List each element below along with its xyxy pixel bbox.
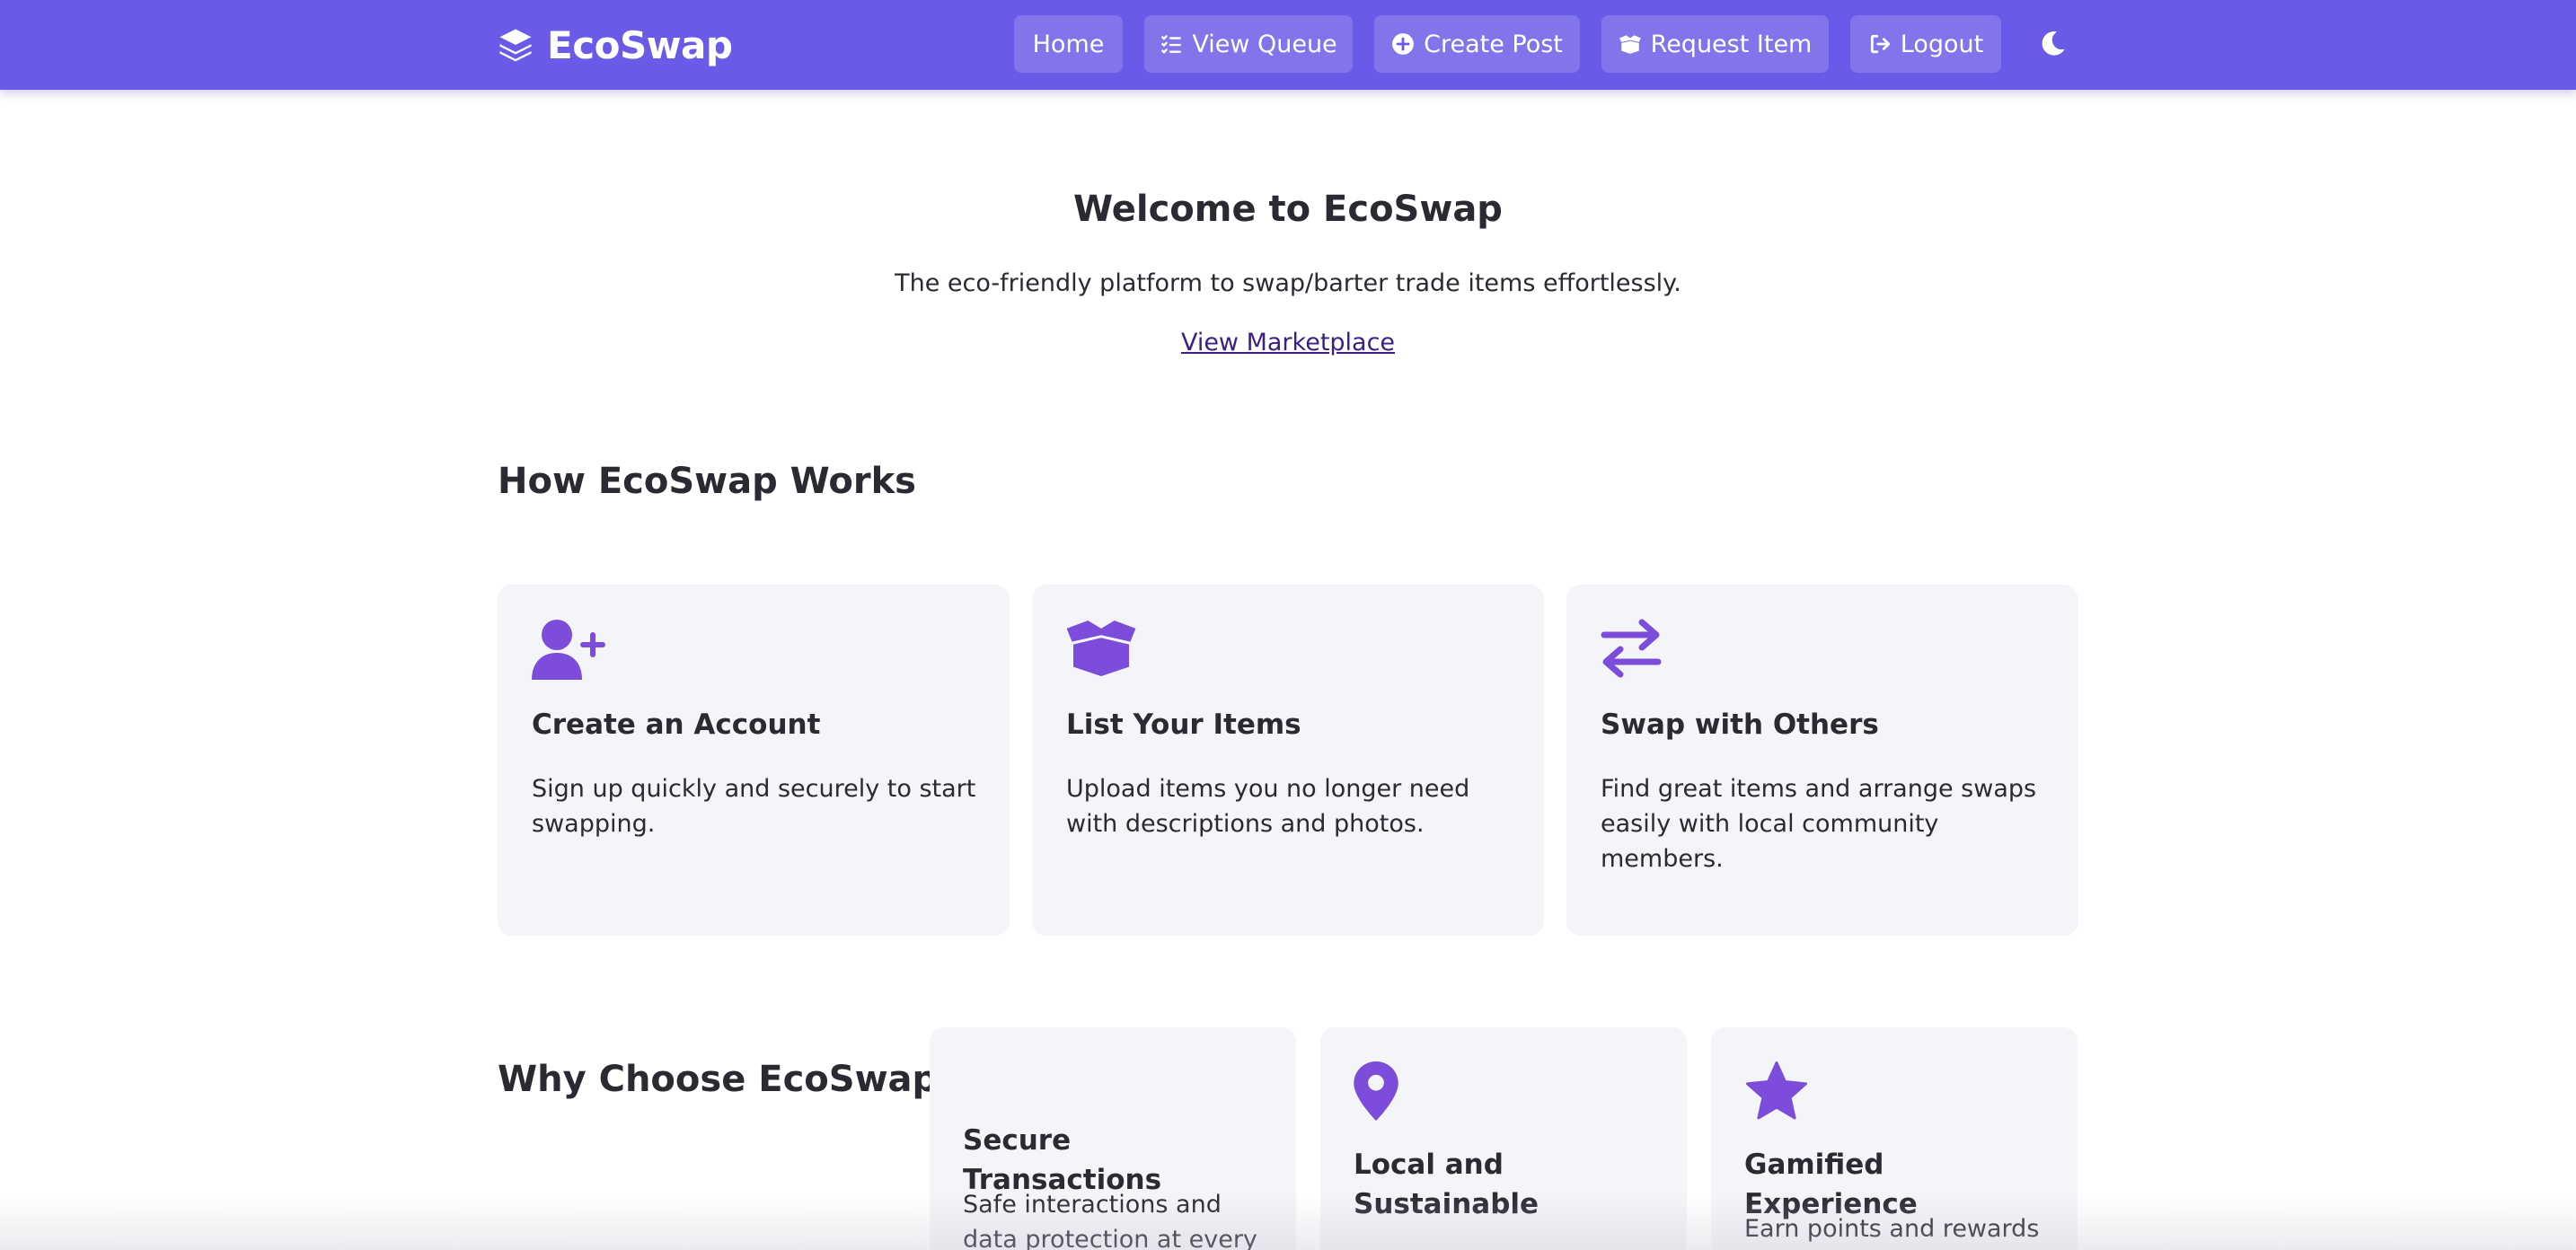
- how-it-works-title: How EcoSwap Works: [498, 461, 916, 502]
- why-card-title: Local and Sustainable: [1354, 1149, 1539, 1220]
- moon-icon: [2039, 29, 2068, 57]
- navbar: EcoSwap Home View Queue Create Post Requ…: [0, 0, 2576, 90]
- why-card-local: Local and Sustainable: [1320, 1027, 1687, 1250]
- how-card-list-items: List Your Items Upload items you no long…: [1032, 585, 1544, 936]
- why-card-description: Earn points and rewards: [1744, 1215, 2040, 1243]
- how-card-create-account: Create an Account Sign up quickly and se…: [498, 585, 1010, 936]
- layers-icon: [497, 26, 534, 64]
- why-choose-title: Why Choose EcoSwap?: [498, 1059, 959, 1100]
- user-plus-icon: [532, 619, 605, 680]
- nav-home-button[interactable]: Home: [1014, 15, 1123, 73]
- how-card-description: Upload items you no longer need with des…: [1066, 775, 1470, 838]
- why-card-secure: Secure Transactions Safe interactions an…: [930, 1027, 1296, 1250]
- plus-circle-icon: [1391, 32, 1415, 56]
- hero-subtitle: The eco-friendly platform to swap/barter…: [895, 269, 1681, 297]
- list-check-icon: [1160, 32, 1183, 56]
- logout-icon: [1868, 32, 1892, 56]
- how-card-title: Swap with Others: [1601, 709, 1879, 741]
- how-card-swap: Swap with Others Find great items and ar…: [1566, 585, 2078, 936]
- brand-logo[interactable]: EcoSwap: [497, 20, 733, 70]
- box-open-icon: [1619, 32, 1642, 56]
- nav-logout-label: Logout: [1900, 30, 1984, 58]
- how-card-description: Sign up quickly and securely to start sw…: [532, 775, 976, 838]
- how-card-title: List Your Items: [1066, 709, 1301, 741]
- nav-request-item-label: Request Item: [1650, 30, 1813, 58]
- how-card-description: Find great items and arrange swaps easil…: [1601, 775, 2037, 873]
- nav-create-post-button[interactable]: Create Post: [1374, 15, 1580, 73]
- why-card-gamified: Gamified Experience Earn points and rewa…: [1711, 1027, 2078, 1250]
- theme-toggle-button[interactable]: [2037, 25, 2069, 61]
- arrows-swap-icon: [1601, 619, 1662, 678]
- nav-request-item-button[interactable]: Request Item: [1601, 15, 1829, 73]
- view-marketplace-link[interactable]: View Marketplace: [1181, 329, 1395, 357]
- map-pin-icon: [1354, 1061, 1398, 1121]
- nav-view-queue-button[interactable]: View Queue: [1144, 15, 1353, 73]
- nav-create-post-label: Create Post: [1424, 30, 1563, 58]
- box-open-icon: [1066, 621, 1136, 676]
- nav-logout-button[interactable]: Logout: [1850, 15, 2001, 73]
- hero-title: Welcome to EcoSwap: [1073, 189, 1503, 230]
- how-card-title: Create an Account: [532, 709, 821, 741]
- nav-view-queue-label: View Queue: [1192, 30, 1337, 58]
- nav-home-label: Home: [1032, 30, 1105, 58]
- why-card-description: Safe interactions and data protection at…: [963, 1191, 1257, 1250]
- brand-name: EcoSwap: [547, 22, 733, 67]
- hero-link-wrapper: View Marketplace: [0, 329, 2576, 357]
- star-icon: [1744, 1061, 1809, 1122]
